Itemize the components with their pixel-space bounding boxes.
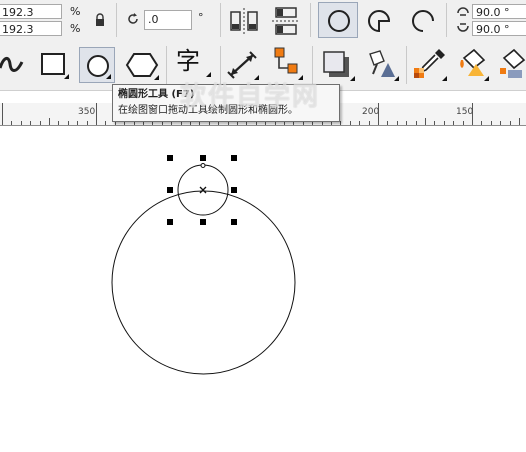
selection-handle[interactable] — [167, 219, 173, 225]
selection-handle[interactable] — [167, 187, 173, 193]
selection-handle[interactable] — [200, 155, 206, 161]
center-mark — [199, 186, 207, 194]
drawing-shapes — [111, 163, 296, 375]
selection-handle[interactable] — [200, 219, 206, 225]
selection-handle[interactable] — [231, 187, 237, 193]
node-handle[interactable] — [200, 163, 206, 168]
selection-handle[interactable] — [231, 219, 237, 225]
selection-handle[interactable] — [167, 155, 173, 161]
watermark: 软件自学网 — [180, 82, 321, 112]
selection-handle[interactable] — [231, 155, 237, 161]
